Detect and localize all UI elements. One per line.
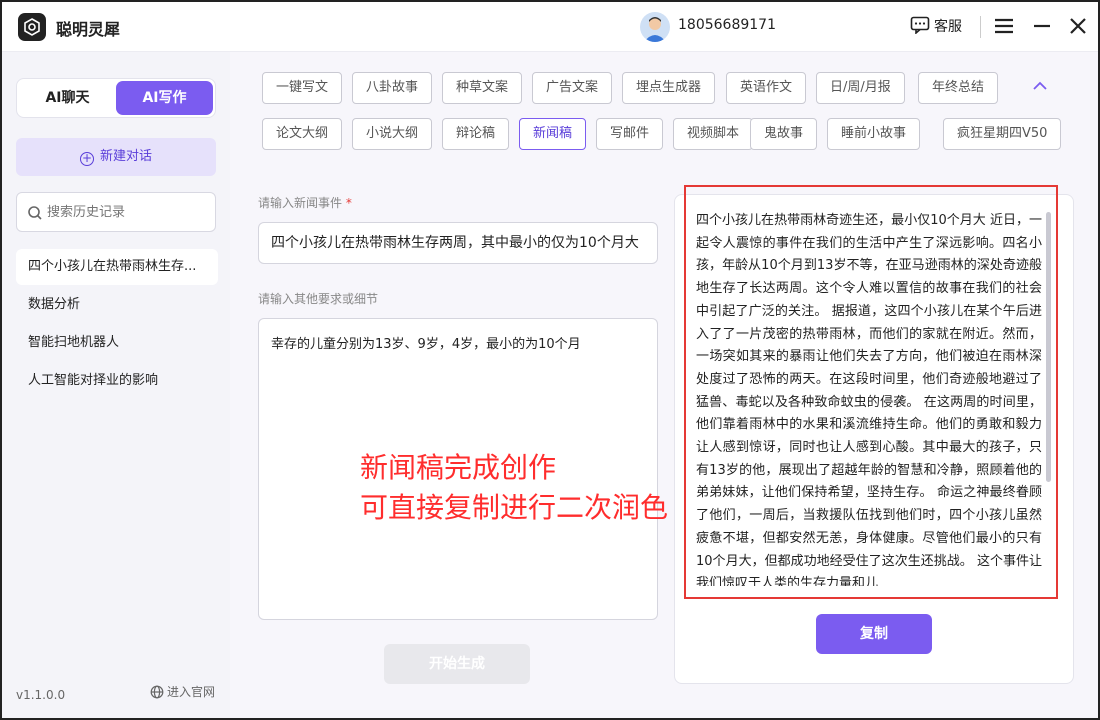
annotation-overlay: 新闻稿完成创作 可直接复制进行二次润色 xyxy=(360,448,668,528)
customer-service-button[interactable]: 客服 xyxy=(910,16,962,38)
history-search[interactable] xyxy=(16,192,216,232)
minimize-icon[interactable] xyxy=(1030,14,1054,38)
category-chip[interactable]: 英语作文 xyxy=(726,72,807,104)
event-field-label: 请输入新闻事件 * xyxy=(258,194,352,211)
category-chip[interactable]: 小说大纲 xyxy=(352,118,433,150)
close-icon[interactable] xyxy=(1066,14,1090,38)
history-item[interactable]: 智能扫地机器人 xyxy=(16,325,218,361)
history-item[interactable]: 人工智能对择业的影响 xyxy=(16,363,218,399)
start-generate-button[interactable]: 开始生成 xyxy=(384,644,530,684)
tab-ai-chat[interactable]: AI聊天 xyxy=(19,81,116,115)
event-label-text: 请输入新闻事件 xyxy=(258,196,343,210)
category-chip[interactable]: 辩论稿 xyxy=(442,118,510,150)
globe-icon xyxy=(150,685,164,702)
customer-service-label: 客服 xyxy=(934,19,962,35)
chevron-up-icon[interactable] xyxy=(1030,78,1050,98)
category-chip[interactable]: 一键写文 xyxy=(262,72,343,104)
app-title: 聪明灵犀 xyxy=(56,20,121,39)
category-chip[interactable]: 日/周/月报 xyxy=(816,72,905,104)
app-logo-icon xyxy=(18,13,46,41)
plus-circle-icon: + xyxy=(79,151,94,166)
required-mark: * xyxy=(345,196,352,210)
category-chip[interactable]: 埋点生成器 xyxy=(622,72,716,104)
official-site-label: 进入官网 xyxy=(167,685,216,699)
user-phone: 18056689171 xyxy=(678,17,776,33)
app-version: v1.1.0.0 xyxy=(16,688,66,702)
sidebar: AI聊天 AI写作 + 新建对话 四个小孩儿在热带雨林生存... 数据分析 智能扫… xyxy=(2,52,230,718)
highlight-box xyxy=(684,185,1058,599)
category-chip[interactable]: 年终总结 xyxy=(918,72,999,104)
news-event-input[interactable]: 四个小孩儿在热带雨林生存两周，其中最小的仅为10个月大 xyxy=(258,222,658,264)
copy-button[interactable]: 复制 xyxy=(816,614,932,654)
category-chip[interactable]: 论文大纲 xyxy=(262,118,343,150)
category-chip[interactable]: 八卦故事 xyxy=(352,72,433,104)
avatar-icon[interactable] xyxy=(640,12,670,42)
new-chat-label: 新建对话 xyxy=(99,149,152,164)
search-input[interactable] xyxy=(47,202,207,222)
category-chip[interactable]: 广告文案 xyxy=(532,72,613,104)
new-chat-button[interactable]: + 新建对话 xyxy=(16,138,216,176)
main-area: 一键写文 八卦故事 种草文案 广告文案 埋点生成器 英语作文 日/周/月报 年终… xyxy=(230,52,1098,718)
menu-icon[interactable] xyxy=(992,14,1016,38)
annotation-line-1: 新闻稿完成创作 xyxy=(360,451,557,484)
search-icon xyxy=(27,205,43,225)
title-bar: 聪明灵犀 18056689171 客服 xyxy=(2,2,1098,52)
category-chip[interactable]: 写邮件 xyxy=(596,118,664,150)
tab-ai-writing[interactable]: AI写作 xyxy=(116,81,213,115)
mode-switch: AI聊天 AI写作 xyxy=(16,78,216,118)
detail-field-label: 请输入其他要求或细节 xyxy=(258,292,379,306)
app-window: 聪明灵犀 18056689171 客服 AI聊天 AI写作 + 新建对话 搜索历… xyxy=(0,0,1100,720)
category-chip[interactable]: 睡前小故事 xyxy=(827,118,921,150)
category-chip[interactable]: 视频脚本 xyxy=(673,118,754,150)
history-item[interactable]: 四个小孩儿在热带雨林生存... xyxy=(16,249,218,285)
category-chip[interactable]: 疯狂星期四V50 xyxy=(943,118,1062,150)
category-chip[interactable]: 种草文案 xyxy=(442,72,523,104)
category-chip-active[interactable]: 新闻稿 xyxy=(519,118,587,150)
annotation-line-2: 可直接复制进行二次润色 xyxy=(360,491,669,524)
category-chip[interactable]: 鬼故事 xyxy=(750,118,818,150)
titlebar-divider xyxy=(980,16,981,38)
official-site-link[interactable]: 进入官网 xyxy=(150,683,215,702)
history-item[interactable]: 数据分析 xyxy=(16,287,218,323)
chat-bubble-icon xyxy=(910,16,930,38)
